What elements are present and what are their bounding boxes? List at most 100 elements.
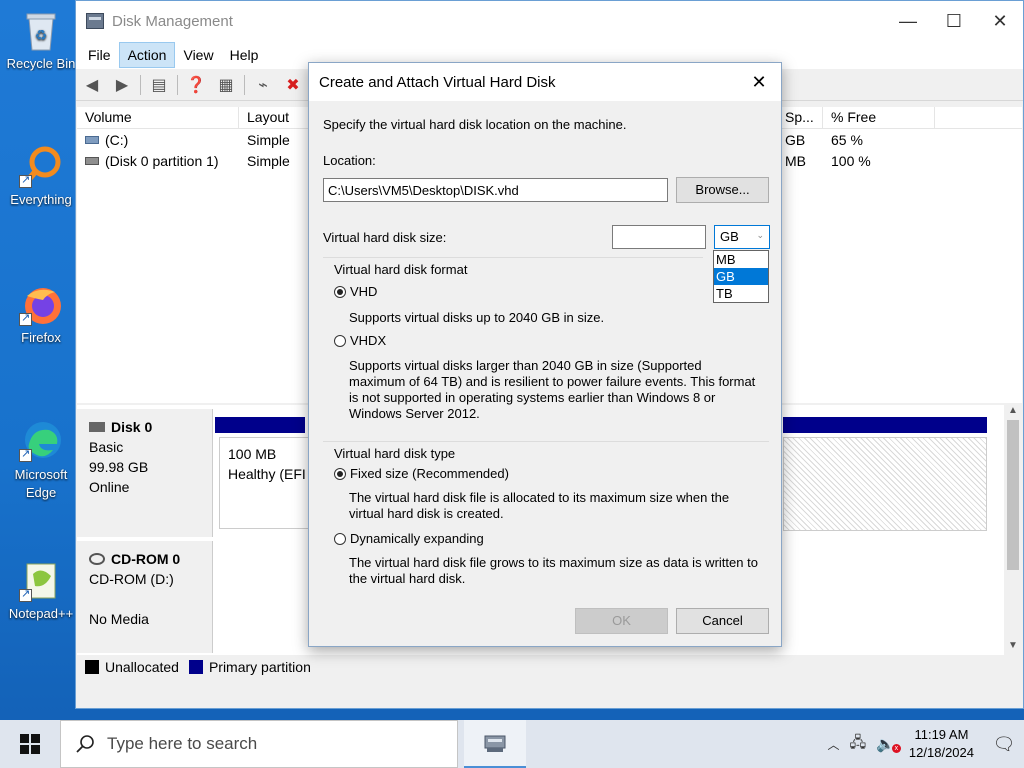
clock-time: 11:19 AM — [914, 727, 969, 742]
scroll-up-icon[interactable]: ▲ — [1004, 405, 1022, 416]
fixed-size-option[interactable]: Fixed size (Recommended) — [334, 466, 509, 481]
menu-view[interactable]: View — [175, 43, 221, 67]
desktop-icon-label: Everything — [10, 192, 72, 207]
column-percent-free[interactable]: % Free — [823, 107, 935, 128]
menu-file[interactable]: File — [80, 43, 119, 67]
chevron-down-icon: ⌄ — [756, 230, 764, 240]
vhdx-option[interactable]: VHDX — [334, 333, 386, 348]
disk-name: CD-ROM 0 — [111, 551, 181, 567]
type-group-label: Virtual hard disk type — [334, 446, 456, 461]
size-input[interactable] — [612, 225, 706, 249]
fixed-size-radio[interactable] — [334, 467, 346, 480]
c-partition[interactable] — [783, 437, 987, 531]
shortcut-arrow-icon — [19, 311, 32, 326]
taskbar-disk-management[interactable] — [464, 720, 526, 768]
show-hide-tree-icon[interactable]: ▤ — [147, 74, 171, 96]
primary-partition-bar — [783, 417, 987, 433]
dynamic-description: The virtual hard disk file grows to its … — [349, 555, 758, 586]
connect-icon[interactable]: ⌁ — [251, 74, 275, 96]
volume-icon — [85, 156, 99, 165]
shortcut-arrow-icon — [19, 173, 32, 188]
desktop-icon-label: Notepad++ — [8, 606, 74, 621]
desktop-icon-recycle-bin[interactable]: ♻ Recycle Bin — [6, 8, 76, 71]
disk-icon — [89, 422, 105, 432]
desktop-icon-notepad-plus-plus[interactable]: Notepad++ — [6, 558, 76, 621]
toolbar-separator — [244, 74, 245, 95]
desktop-icon-label: Firefox — [21, 330, 61, 345]
delete-icon[interactable]: ✖ — [281, 74, 305, 96]
notifications-icon[interactable]: 🗨 — [984, 720, 1024, 768]
menu-action[interactable]: Action — [118, 42, 176, 68]
volume-name: (C:) — [105, 131, 129, 148]
notepad-plus-plus-icon — [19, 558, 63, 602]
location-input[interactable] — [323, 178, 668, 202]
show-hidden-icons-icon[interactable]: ︿ — [827, 736, 839, 753]
maximize-button[interactable]: ☐ — [931, 7, 977, 35]
disk-management-task-icon — [484, 735, 506, 752]
volume-muted-icon[interactable]: 🔈 x — [876, 735, 901, 753]
unit-selected: GB — [720, 229, 739, 244]
forward-arrow-icon[interactable]: ▶ — [110, 74, 134, 96]
legend-swatch-unallocated — [85, 660, 99, 674]
dialog-intro: Specify the virtual hard disk location o… — [323, 117, 627, 132]
shortcut-arrow-icon — [19, 587, 32, 602]
disk-management-icon — [86, 13, 104, 29]
minimize-button[interactable]: — — [885, 7, 931, 35]
taskbar-search[interactable]: Type here to search — [60, 720, 458, 768]
unit-option-gb[interactable]: GB — [714, 268, 768, 285]
legend-primary: Primary partition — [208, 659, 311, 675]
fixed-size-description: The virtual hard disk file is allocated … — [349, 490, 730, 521]
format-group-label: Virtual hard disk format — [334, 262, 468, 277]
help-icon[interactable]: ❓ — [184, 74, 208, 96]
unit-select[interactable]: GB ⌄ — [714, 225, 770, 249]
vhd-option[interactable]: VHD — [334, 284, 377, 299]
partition-size: 100 MB — [228, 446, 277, 462]
browse-button[interactable]: Browse... — [676, 177, 769, 203]
svg-text:♻: ♻ — [35, 27, 48, 43]
unit-option-tb[interactable]: TB — [714, 285, 768, 302]
dialog-close-button[interactable]: ✕ — [741, 67, 777, 97]
desktop-icon-edge[interactable]: Microsoft Edge — [6, 418, 76, 502]
toolbar-separator — [177, 74, 178, 95]
cancel-button[interactable]: Cancel — [676, 608, 769, 634]
vhd-label: VHD — [350, 284, 378, 299]
properties-icon[interactable]: ▦ — [214, 74, 238, 96]
desktop-icon-everything[interactable]: Everything — [6, 144, 76, 207]
efi-partition[interactable]: 100 MB Healthy (EFI — [219, 437, 309, 529]
dynamic-radio[interactable] — [334, 532, 346, 545]
everything-search-icon — [19, 144, 63, 188]
ok-button[interactable]: OK — [575, 608, 668, 634]
vertical-scrollbar[interactable]: ▲ ▼ — [1004, 405, 1022, 655]
dialog-titlebar[interactable]: Create and Attach Virtual Hard Disk — [309, 63, 781, 101]
network-icon[interactable]: 🖧 — [850, 732, 867, 757]
vhdx-radio[interactable] — [334, 334, 346, 347]
size-label: Virtual hard disk size: — [323, 230, 447, 245]
menu-help[interactable]: Help — [222, 43, 267, 67]
start-button[interactable] — [0, 720, 60, 768]
desktop-icon-firefox[interactable]: Firefox — [6, 282, 76, 345]
close-button[interactable]: ✕ — [977, 7, 1023, 35]
column-free-space[interactable]: Sp... — [781, 107, 823, 128]
unit-option-mb[interactable]: MB — [714, 251, 768, 268]
window-titlebar[interactable]: Disk Management — ☐ ✕ — [76, 1, 1023, 41]
firefox-icon — [19, 282, 63, 326]
disk-0-info[interactable]: Disk 0 Basic 99.98 GB Online — [77, 409, 213, 537]
type-group-border — [323, 441, 769, 442]
taskbar: Type here to search ︿ 🖧 🔈 x 11:19 AM 12/1… — [0, 720, 1024, 768]
column-layout[interactable]: Layout — [239, 107, 311, 128]
scroll-down-icon[interactable]: ▼ — [1004, 640, 1022, 651]
cdrom-0-info[interactable]: CD-ROM 0 CD-ROM (D:) No Media — [77, 541, 213, 653]
desktop-icon-label: Recycle Bin — [6, 56, 76, 71]
clock-date: 12/18/2024 — [908, 745, 974, 760]
column-volume[interactable]: Volume — [77, 107, 239, 128]
scroll-thumb[interactable] — [1007, 420, 1019, 570]
dynamic-label: Dynamically expanding — [350, 531, 484, 546]
back-arrow-icon[interactable]: ◀ — [80, 74, 104, 96]
efi-partition-bar — [215, 417, 305, 433]
cdrom-icon — [89, 553, 105, 565]
disk-size: 99.98 GB — [89, 459, 149, 475]
clock[interactable]: 11:19 AM 12/18/2024 — [899, 726, 984, 762]
dynamic-option[interactable]: Dynamically expanding — [334, 531, 484, 546]
vhd-radio[interactable] — [334, 285, 346, 298]
legend-unallocated: Unallocated — [105, 659, 179, 675]
